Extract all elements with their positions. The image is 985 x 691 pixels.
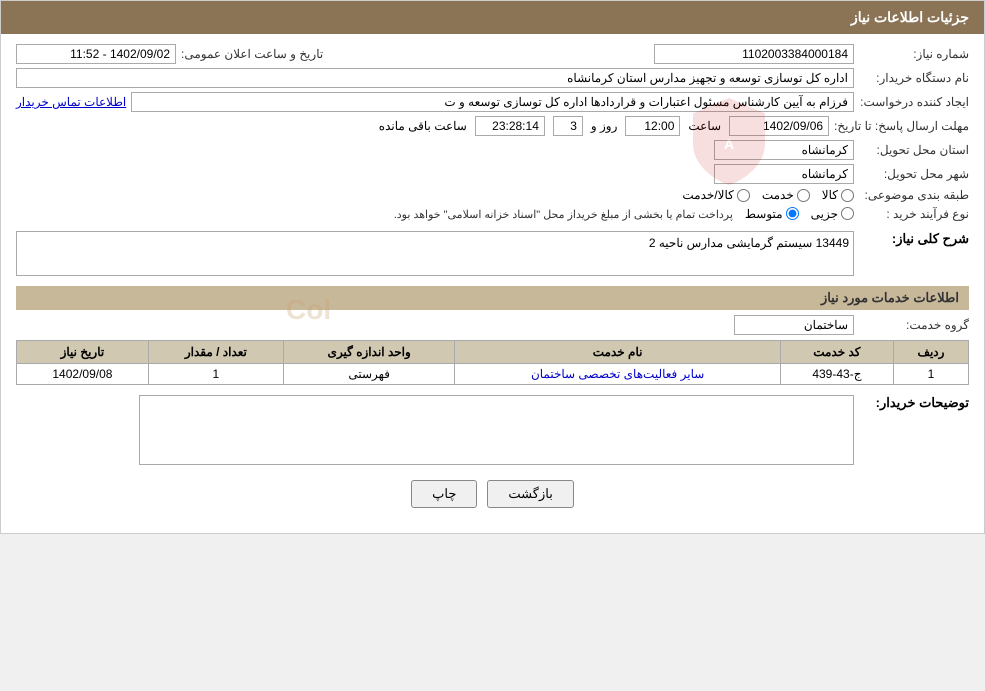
page-header: جزئیات اطلاعات نیاز — [1, 1, 984, 34]
ostan-label: استان محل تحویل: — [859, 143, 969, 157]
tamas-khardar-link[interactable]: اطلاعات تماس خریدار — [16, 95, 126, 109]
kala-khedmat-label: کالا/خدمت — [682, 188, 733, 202]
khedmat-option[interactable]: خدمت — [762, 188, 810, 202]
col-tedad: تعداد / مقدار — [148, 341, 283, 364]
ijad-konande-label: ایجاد کننده درخواست: — [859, 95, 969, 109]
khedmat-label: خدمت — [762, 188, 794, 202]
tarikh-aalan-label: تاریخ و ساعت اعلان عمومی: — [181, 47, 323, 61]
tawzih-label: توضیحات خریدار: — [859, 395, 969, 411]
ostan-value: کرمانشاه — [714, 140, 854, 160]
tabaqe-label: طبقه بندی موضوعی: — [859, 188, 969, 202]
cell-kod: ج-43-439 — [780, 364, 893, 385]
khadamat-section-title: اطلاعات خدمات مورد نیاز — [16, 286, 969, 310]
kala-label: کالا — [822, 188, 838, 202]
nam-dastgah-value: اداره کل توسازی توسعه و تجهیز مدارس استا… — [16, 68, 854, 88]
kala-khedmat-option[interactable]: کالا/خدمت — [682, 188, 749, 202]
cell-tedad: 1 — [148, 364, 283, 385]
nav-label: نوع فرآیند خرید : — [859, 207, 969, 221]
ijad-konande-value: فرزام به آیین کارشناس مسئول اعتبارات و ق… — [131, 92, 854, 112]
motavasset-label: متوسط — [745, 207, 783, 221]
shomara-niaz-label: شماره نیاز: — [859, 47, 969, 61]
jazyi-option[interactable]: جزیی — [811, 207, 854, 221]
shahr-label: شهر محل تحویل: — [859, 167, 969, 181]
shahr-value: کرمانشاه — [714, 164, 854, 184]
notice-text: پرداخت تمام یا بخشی از مبلغ خریداز محل "… — [394, 208, 733, 221]
col-nam: نام خدمت — [455, 341, 780, 364]
tarikh-value: 1402/09/06 — [729, 116, 829, 136]
saat-label: ساعت — [688, 119, 721, 133]
col-tarikh: تاریخ نیاز — [17, 341, 149, 364]
cell-tarikh: 1402/09/08 — [17, 364, 149, 385]
jazyi-label: جزیی — [811, 207, 838, 221]
shomara-niaz-value: 1102003384000184 — [654, 44, 854, 64]
baqi-mande-label: ساعت باقی مانده — [379, 119, 467, 133]
back-button[interactable]: بازگشت — [487, 480, 573, 508]
baqi-mande-value: 23:28:14 — [475, 116, 545, 136]
tarikh-aalan-value: 1402/09/02 - 11:52 — [16, 44, 176, 64]
gorohe-khedmat-value: ساختمان — [734, 315, 854, 335]
gorohe-khedmat-label: گروه خدمت: — [859, 318, 969, 332]
print-button[interactable]: چاپ — [411, 480, 477, 508]
mohlat-label: مهلت ارسال پاسخ: تا تاریخ: — [834, 119, 969, 133]
kala-option[interactable]: کالا — [822, 188, 854, 202]
cell-radif: 1 — [893, 364, 968, 385]
col-radif: ردیف — [893, 341, 968, 364]
saat-value: 12:00 — [625, 116, 680, 136]
nam-dastgah-label: نام دستگاه خریدار: — [859, 71, 969, 85]
tawzih-box — [139, 395, 854, 465]
motavasset-option[interactable]: متوسط — [745, 207, 799, 221]
sharh-title: شرح کلی نیاز: — [859, 231, 969, 247]
page-title: جزئیات اطلاعات نیاز — [851, 9, 969, 25]
roz-value: 3 — [553, 116, 583, 136]
sharh-value: 13449 سیستم گرمایشی مدارس ناحیه 2 — [16, 231, 854, 276]
col-vahed: واحد اندازه گیری — [283, 341, 454, 364]
col-kod: کد خدمت — [780, 341, 893, 364]
services-table: ردیف کد خدمت نام خدمت واحد اندازه گیری ت… — [16, 340, 969, 385]
roz-label: روز و — [591, 119, 618, 133]
button-row: بازگشت چاپ — [16, 465, 969, 523]
cell-nam: سایر فعالیت‌های تخصصی ساختمان — [455, 364, 780, 385]
cell-vahed: فهرستی — [283, 364, 454, 385]
table-row: 1 ج-43-439 سایر فعالیت‌های تخصصی ساختمان… — [17, 364, 969, 385]
